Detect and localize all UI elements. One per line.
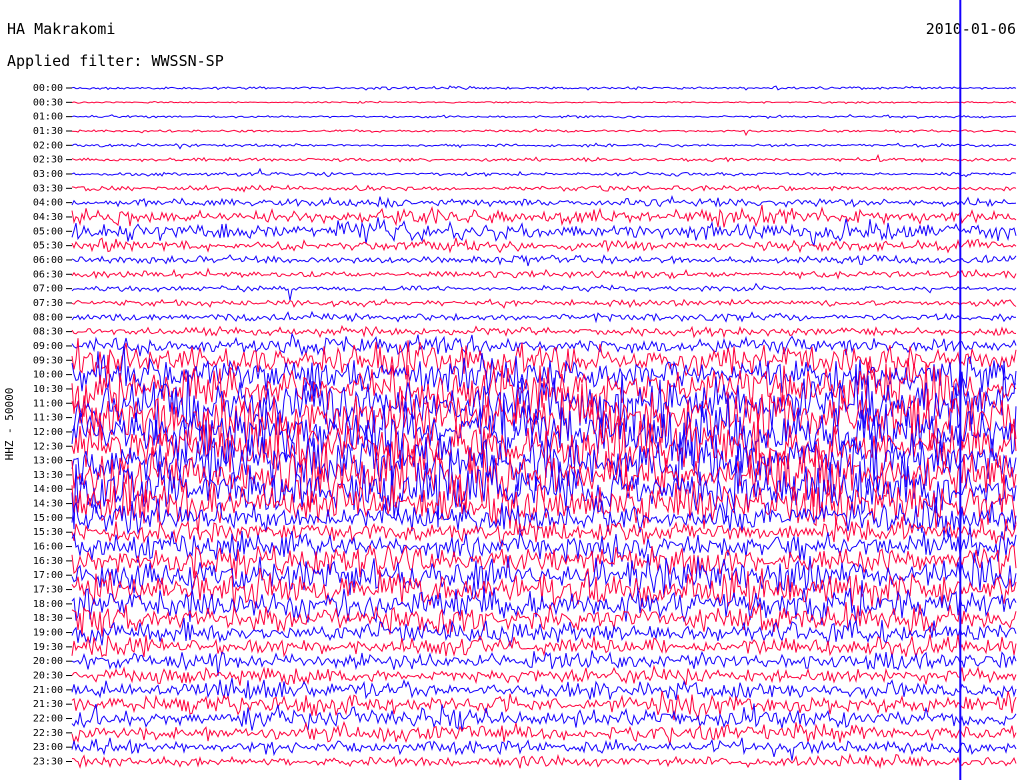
trace-line [71,737,1017,761]
time-tick-label: 06:30 [33,269,63,280]
time-tick-label: 16:00 [33,542,63,553]
time-tick-label: 03:00 [33,169,63,180]
trace-line [71,254,1017,267]
trace-line [71,167,1017,178]
time-tick-label: 23:30 [33,757,63,768]
time-tick-label: 15:00 [33,513,63,524]
time-tick-label: 17:30 [33,585,63,596]
time-tick-label: 05:30 [33,241,63,252]
time-tick-label: 01:30 [33,126,63,137]
trace-line [71,720,1017,745]
trace-line [71,617,1017,648]
trace-line [71,282,1017,301]
time-tick-label: 12:30 [33,441,63,452]
time-tick-label: 18:30 [33,613,63,624]
time-tick-label: 20:30 [33,671,63,682]
time-tick-label: 11:00 [33,398,63,409]
time-tick-label: 09:30 [33,355,63,366]
time-tick-label: 16:30 [33,556,63,567]
trace-line [71,142,1017,150]
time-tick-label: 23:00 [33,742,63,753]
time-tick-label: 10:00 [33,370,63,381]
trace-line [71,690,1017,721]
time-tick-label: 07:30 [33,298,63,309]
trace-line [71,525,1017,567]
trace-line [71,153,1017,163]
time-tick-label: 20:00 [33,656,63,667]
trace-line [71,332,1017,357]
trace-line [71,195,1017,209]
time-tick-label: 14:30 [33,499,63,510]
time-tick-label: 19:30 [33,642,63,653]
time-tick-label: 07:00 [33,284,63,295]
time-tick-label: 00:00 [33,83,63,94]
time-tick-label: 05:00 [33,226,63,237]
time-tick-label: 02:00 [33,140,63,151]
time-tick-label: 06:00 [33,255,63,266]
time-tick-label: 01:00 [33,112,63,123]
trace-line [71,324,1017,339]
time-tick-label: 04:00 [33,198,63,209]
trace-line [71,354,1017,424]
seismogram-chart: 00:00 00:30 01:00 01:30 02:00 02:30 03:00 03:30… [33,0,1017,780]
time-tick-label: 21:00 [33,685,63,696]
trace-line [71,204,1017,228]
time-tick-label: 18:00 [33,599,63,610]
time-tick-label: 04:30 [33,212,63,223]
time-tick-label: 17:00 [33,570,63,581]
time-tick-label: 22:00 [33,714,63,725]
trace-line [71,752,1017,770]
time-tick-label: 15:30 [33,527,63,538]
time-tick-label: 19:00 [33,628,63,639]
trace-line [71,128,1017,137]
time-tick-label: 13:30 [33,470,63,481]
time-tick-label: 22:30 [33,728,63,739]
time-tick-label: 02:30 [33,155,63,166]
trace-line [71,100,1017,105]
trace-line [71,184,1017,193]
trace-line [71,677,1017,702]
time-tick-label: 08:00 [33,312,63,323]
time-tick-label: 00:30 [33,97,63,108]
time-tick-label: 21:30 [33,699,63,710]
trace-line [71,85,1017,91]
time-tick-label: 13:00 [33,456,63,467]
time-tick-label: 14:00 [33,484,63,495]
time-tick-label: 12:00 [33,427,63,438]
trace-line [71,267,1017,280]
time-tick-label: 11:30 [33,413,63,424]
trace-line [71,567,1017,611]
trace-line [71,310,1017,324]
time-tick-label: 09:00 [33,341,63,352]
time-tick-label: 08:30 [33,327,63,338]
trace-line [71,237,1017,254]
trace-line [71,113,1016,119]
time-tick-label: 03:30 [33,183,63,194]
trace-line [71,298,1017,309]
time-tick-label: 10:30 [33,384,63,395]
trace-line [71,217,1017,248]
